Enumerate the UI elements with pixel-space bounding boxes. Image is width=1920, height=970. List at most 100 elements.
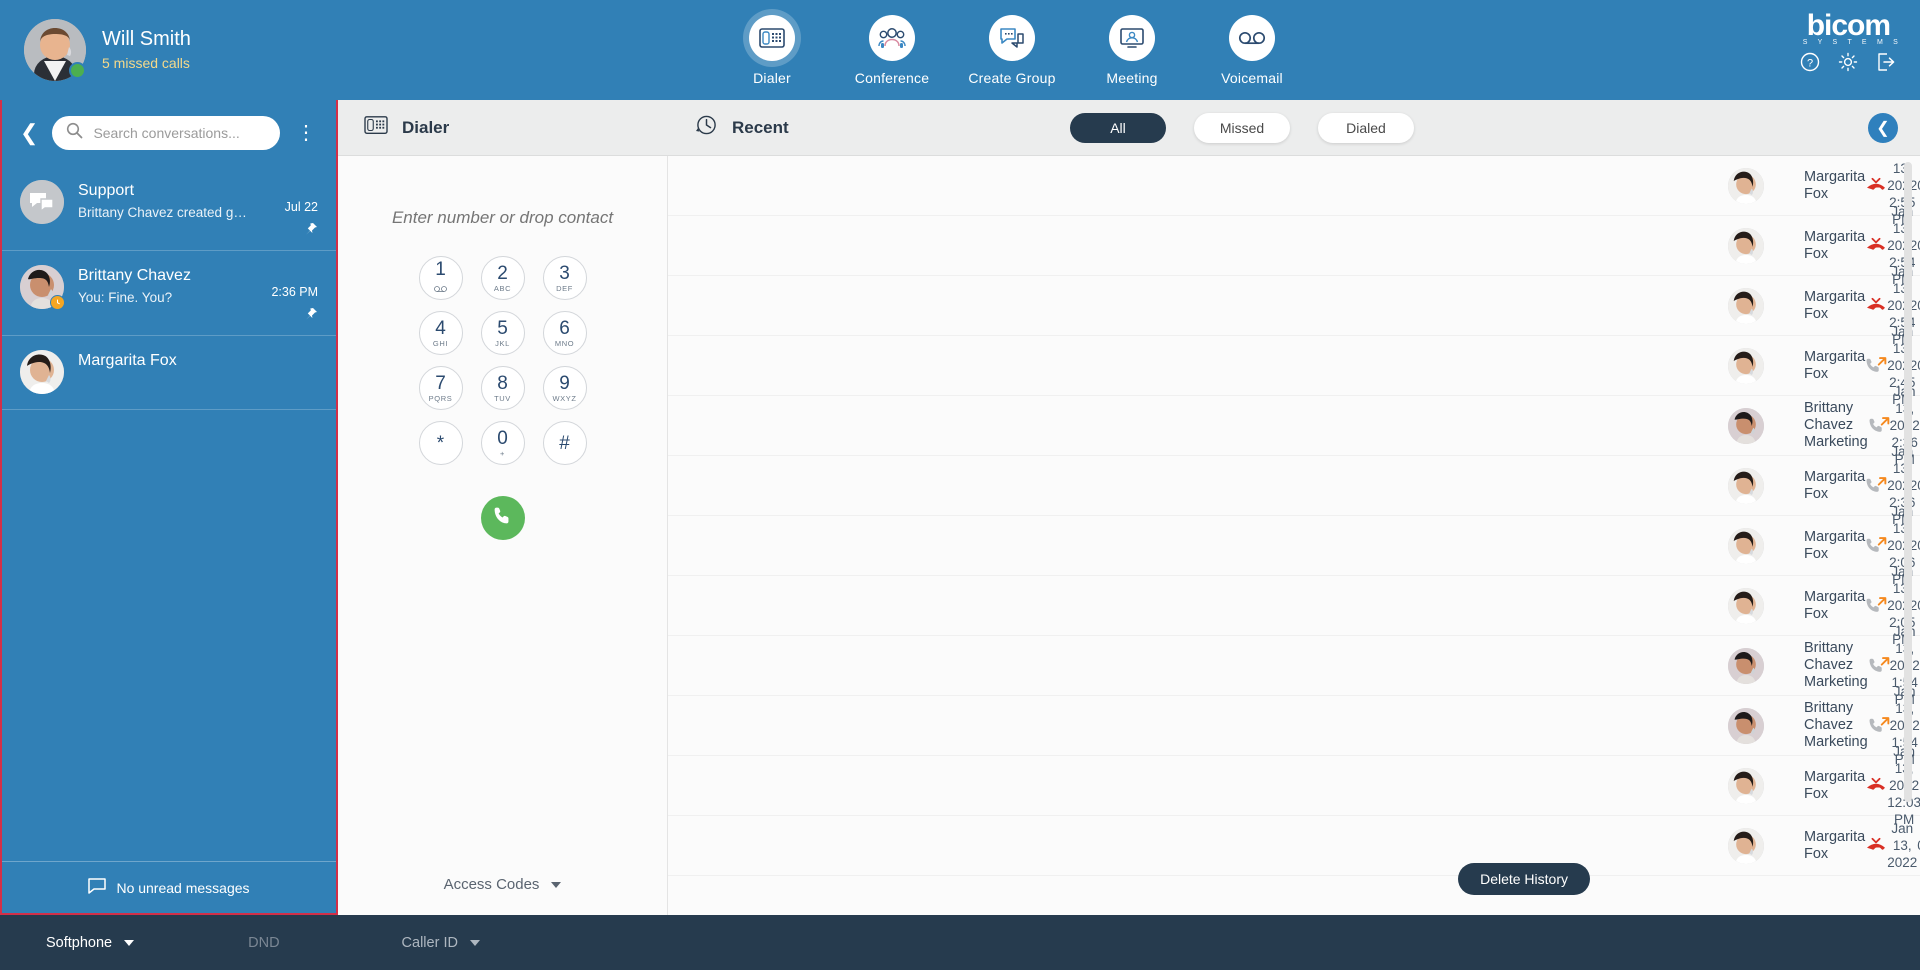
outgoing-call-icon <box>1868 716 1890 736</box>
avatar[interactable] <box>24 19 86 81</box>
key-8-letters: TUV <box>494 393 511 403</box>
caller-name: Margarita Fox <box>1804 289 1865 323</box>
clock-history-icon <box>694 113 718 142</box>
chevron-down-icon <box>551 881 562 888</box>
missed-calls-label: 5 missed calls <box>102 55 190 71</box>
outgoing-call-icon <box>1865 596 1887 616</box>
table-row[interactable]: Brittany ChavezMarketing Jan 13, 20222:3… <box>668 384 1920 467</box>
help-icon[interactable]: ? <box>1800 52 1820 77</box>
key-2[interactable]: 2 ABC <box>472 251 534 305</box>
nav-label-conference: Conference <box>854 69 930 86</box>
call-button[interactable] <box>480 496 525 540</box>
table-row[interactable]: Margarita Fox Jan 13, 20222:05 PM 0:00:4… <box>668 564 1920 647</box>
main-area: ❮ ⋮ <box>0 100 1920 915</box>
dialer-pane: 1 2 ABC 3 DEF 4 <box>338 156 668 915</box>
table-row[interactable]: Margarita Fox Jan 13, 20222:54 PM 0:00:0… <box>668 204 1920 287</box>
key-7[interactable]: 7 PQRS <box>410 361 472 415</box>
table-row[interactable]: Brittany ChavezMarketing Jan 13, 20221:5… <box>668 684 1920 767</box>
caller-name: Margarita Fox <box>1804 829 1865 863</box>
filter-missed[interactable]: Missed <box>1194 112 1290 143</box>
key-hash[interactable]: # <box>534 416 596 470</box>
access-codes-label: Access Codes <box>443 876 540 893</box>
call-datetime: Jan 13, 2022 <box>1887 820 1917 871</box>
filter-all[interactable]: All <box>1070 112 1166 143</box>
key-1-digit: 1 <box>435 258 446 280</box>
call-date: Jan 13, 2022 <box>1887 156 1918 193</box>
call-date: Jan 13, 2022 <box>1887 324 1918 373</box>
nav-item-voicemail[interactable]: Voicemail <box>1192 14 1312 86</box>
caller-name-line: Margarita Fox <box>1804 228 1866 262</box>
table-row[interactable]: Margarita Fox Jan 13, 202212:03 PM 0:00:… <box>668 744 1920 827</box>
list-item[interactable]: Margarita Fox <box>2 336 336 410</box>
chat-bubbles-icon <box>989 14 1035 61</box>
pin-icon[interactable] <box>262 222 318 236</box>
caller-subname-line: Marketing <box>1804 434 1868 450</box>
table-row[interactable]: Brittany ChavezMarketing Jan 13, 20221:5… <box>668 624 1920 707</box>
conversation-title: Margarita Fox <box>78 352 177 369</box>
table-row[interactable]: Margarita Fox Jan 13, 20222:06 PM 0:00:2… <box>668 504 1920 587</box>
call-date: Jan 13, 2022 <box>1887 564 1918 613</box>
recent-list-scrollbar[interactable] <box>1904 162 1912 802</box>
filter-dialed[interactable]: Dialed <box>1318 112 1414 143</box>
settings-gear-icon[interactable] <box>1838 52 1858 77</box>
key-5[interactable]: 5 JKL <box>472 306 534 360</box>
desk-phone-icon <box>364 114 388 141</box>
recent-calls-list[interactable]: Margarita Fox Jan 13, 20222:55 PM 0:00:0… <box>668 156 1920 915</box>
key-9[interactable]: 9 WXYZ <box>534 361 596 415</box>
table-row[interactable]: Margarita Fox Jan 13, 20222:54 PM 0:00:0… <box>668 264 1920 347</box>
status-bar: Softphone DND Caller ID <box>0 915 1920 970</box>
key-4-digit: 4 <box>435 317 446 339</box>
key-star[interactable]: * <box>410 416 472 470</box>
key-1[interactable]: 1 <box>410 251 472 305</box>
more-vertical-icon[interactable]: ⋮ <box>290 123 322 143</box>
group-chat-icon <box>20 180 64 224</box>
conference-people-icon <box>869 14 915 61</box>
key-4[interactable]: 4 GHI <box>410 306 472 360</box>
avatar <box>20 180 64 224</box>
desk-phone-icon <box>749 14 795 61</box>
unread-messages-footer[interactable]: No unread messages <box>2 861 336 913</box>
contact-photo <box>20 350 64 394</box>
table-row[interactable]: Margarita Fox Jan 13, 2022 0:00:00 <box>668 816 1920 876</box>
brand-block: bicom S Y S T E M S ? <box>1795 10 1902 77</box>
caller-name: Margarita Fox <box>1804 589 1865 623</box>
dial-number-input[interactable] <box>377 206 628 229</box>
key-0[interactable]: 0 + <box>472 416 534 470</box>
table-row[interactable]: Margarita Fox Jan 13, 20222:36 PM 0:00:0… <box>668 444 1920 527</box>
caller-name-line: Margarita Fox <box>1804 768 1866 802</box>
dnd-toggle[interactable]: DND <box>248 935 279 951</box>
key-8[interactable]: 8 TUV <box>472 361 534 415</box>
pin-icon[interactable] <box>262 307 318 321</box>
delete-history-button[interactable]: Delete History <box>1458 863 1590 895</box>
key-0-plus: + <box>500 448 505 458</box>
current-user-block[interactable]: Will Smith 5 missed calls <box>0 19 340 81</box>
caller-id-selector[interactable]: Caller ID <box>402 935 480 951</box>
avatar <box>1728 827 1764 864</box>
caller-name-line: Margarita Fox <box>1804 468 1866 502</box>
softphone-selector[interactable]: Softphone <box>46 935 135 951</box>
nav-item-create-group[interactable]: Create Group <box>952 14 1072 86</box>
access-codes-dropdown[interactable]: Access Codes <box>338 876 667 893</box>
conversation-snippet: You: Fine. You? <box>78 290 173 305</box>
nav-item-conference[interactable]: Conference <box>832 14 952 86</box>
search-input[interactable] <box>93 125 266 141</box>
caller-name: Margarita Fox <box>1804 349 1865 383</box>
list-item[interactable]: Support Brittany Chavez created gro... J… <box>2 166 336 251</box>
key-3-digit: 3 <box>559 262 570 284</box>
key-9-letters: WXYZ <box>552 393 577 403</box>
logout-icon[interactable] <box>1876 52 1896 77</box>
table-row[interactable]: Margarita Fox Jan 13, 20222:45 PM 0:00:2… <box>668 324 1920 407</box>
table-row[interactable]: Margarita Fox Jan 13, 20222:55 PM 0:00:0… <box>668 156 1920 227</box>
nav-item-meeting[interactable]: Meeting <box>1072 14 1192 86</box>
list-item[interactable]: Brittany Chavez You: Fine. You? 2:36 PM <box>2 251 336 336</box>
call-date: Jan 13, 2022 <box>1887 504 1918 553</box>
caller-name: Margarita Fox <box>1804 529 1865 563</box>
search-box[interactable] <box>52 116 280 150</box>
chevron-left-icon[interactable]: ❮ <box>16 122 42 144</box>
nav-item-dialer[interactable]: Dialer <box>712 14 832 86</box>
key-3[interactable]: 3 DEF <box>534 251 596 305</box>
key-6[interactable]: 6 MNO <box>534 306 596 360</box>
chevron-left-circle-icon[interactable]: ❮ <box>1868 112 1898 143</box>
key-9-digit: 9 <box>559 372 570 394</box>
nav-label-voicemail: Voicemail <box>1221 69 1283 86</box>
